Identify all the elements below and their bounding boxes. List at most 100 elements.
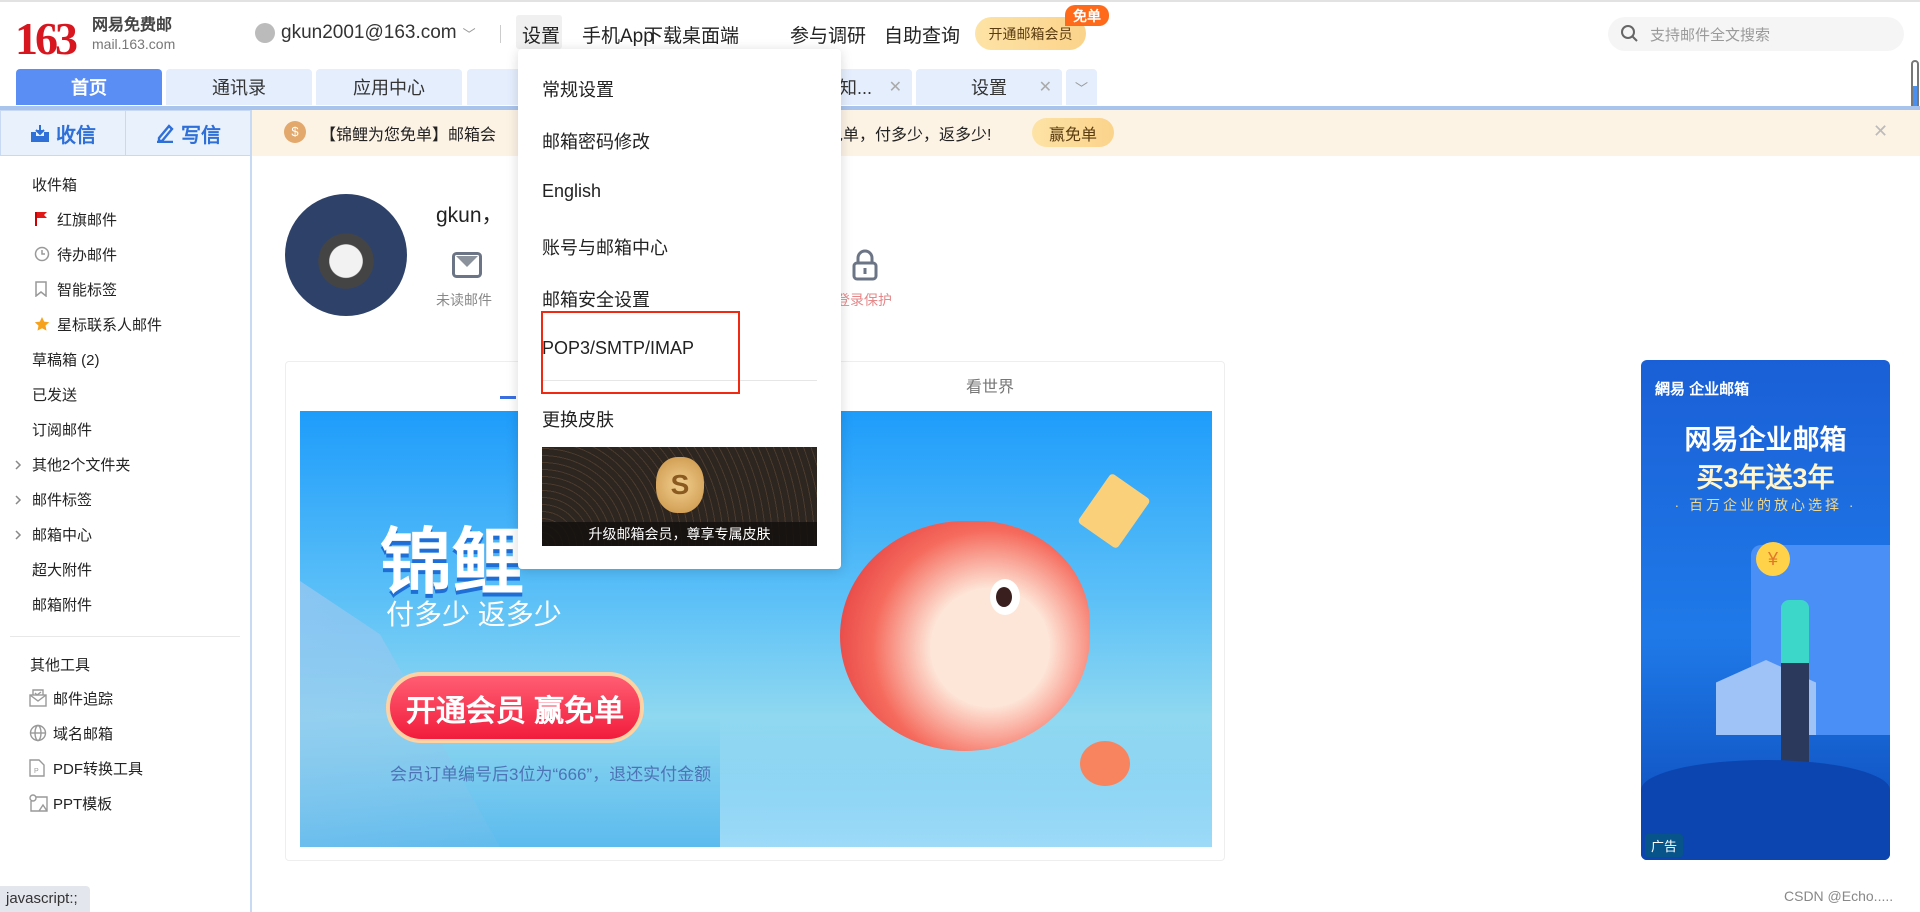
menu-item-account-center[interactable]: 账号与邮箱中心 xyxy=(542,234,668,260)
search-input[interactable]: 支持邮件全文搜索 xyxy=(1608,17,1904,51)
receive-button[interactable]: 收信 xyxy=(0,110,126,156)
sidebar-folder[interactable]: 超大附件 xyxy=(0,554,250,584)
sidebar-folder[interactable]: 智能标签 xyxy=(0,274,250,304)
pen-icon xyxy=(157,124,174,143)
folder-label: 待办邮件 xyxy=(57,246,118,264)
login-protect-label[interactable]: 登录保护 xyxy=(836,290,892,310)
ad-line2: 买3年送3年 xyxy=(1696,463,1835,493)
sidebar-folder[interactable]: 其他2个文件夹 xyxy=(0,449,250,479)
folder-label: 红旗邮件 xyxy=(57,211,118,229)
vip-coin-icon: S xyxy=(656,457,704,513)
skin-upgrade-banner[interactable]: S 升级邮箱会员，尊享专属皮肤 xyxy=(542,447,817,546)
sidebar-folder[interactable]: 红旗邮件 xyxy=(0,204,250,234)
nav-self-service[interactable]: 自助查询 xyxy=(884,21,960,48)
win-free-button[interactable]: 赢免单 xyxy=(1032,118,1114,147)
lock-icon[interactable] xyxy=(852,249,878,281)
tabs-more-button[interactable]: ﹀ xyxy=(1066,69,1097,105)
sidebar-folder[interactable]: 星标联系人邮件 xyxy=(0,309,250,339)
folder-label: 邮箱中心 xyxy=(32,526,93,544)
sidebar-folder[interactable]: 待办邮件 xyxy=(0,239,250,269)
folder-label: 草稿箱 (2) xyxy=(32,351,100,369)
globe-icon xyxy=(29,724,47,746)
fish-eye xyxy=(990,579,1020,615)
logo-domain: mail.163.com xyxy=(92,36,176,52)
sidebar-tool[interactable]: P PDF转换工具 xyxy=(0,753,250,783)
svg-text:P: P xyxy=(34,768,39,775)
sidebar-folder[interactable]: 已发送 xyxy=(0,379,250,409)
sidebar-tool[interactable]: 域名邮箱 xyxy=(0,718,250,748)
menu-item-english[interactable]: English xyxy=(542,181,601,202)
tab-home[interactable]: 首页 xyxy=(16,69,162,105)
sidebar-folder[interactable]: 邮箱中心 xyxy=(0,519,250,549)
divider xyxy=(500,25,501,43)
notice-text-end[interactable]: 免单，付多少，返多少! xyxy=(827,121,991,145)
chevron-right-icon[interactable] xyxy=(14,528,22,545)
menu-item-password[interactable]: 邮箱密码修改 xyxy=(542,128,650,154)
unread-label[interactable]: 未读邮件 xyxy=(436,290,492,310)
sidebar-tool[interactable]: 邮件追踪 xyxy=(0,683,250,713)
ticket-icon xyxy=(1077,472,1151,550)
tab-app-center[interactable]: 应用中心 xyxy=(316,69,462,105)
folder-label: 邮件标签 xyxy=(32,491,93,509)
sidebar-folder[interactable]: 邮箱附件 xyxy=(0,589,250,619)
clock-icon xyxy=(34,246,50,266)
folder-label: 已发送 xyxy=(32,386,78,404)
free-badge: 免单 xyxy=(1065,5,1109,26)
tab-settings[interactable]: 设置 ✕ xyxy=(916,69,1062,105)
bookmark-icon xyxy=(34,281,48,301)
watermark: CSDN @Echo..... xyxy=(1784,888,1894,904)
tool-label: 域名邮箱 xyxy=(53,725,114,743)
top-border xyxy=(0,0,1920,2)
close-icon[interactable]: ✕ xyxy=(1873,121,1888,142)
notice-text[interactable]: 【锦鲤为您免单】邮箱会 xyxy=(320,121,496,145)
skin-caption: 升级邮箱会员，尊享专属皮肤 xyxy=(542,522,817,546)
avatar[interactable] xyxy=(285,194,407,316)
banner-fineprint: 会员订单编号后3位为“666”，退还实付金额 xyxy=(390,765,712,784)
sidebar-folder[interactable]: 收件箱 xyxy=(0,169,250,199)
menu-item-change-skin[interactable]: 更换皮肤 xyxy=(542,406,614,432)
sidebar-folder[interactable]: 草稿箱 (2) xyxy=(0,344,250,374)
unread-mail-icon[interactable] xyxy=(452,252,482,278)
close-icon[interactable]: ✕ xyxy=(889,77,902,97)
sidebar-folder[interactable]: 邮件标签 xyxy=(0,484,250,514)
nav-settings[interactable]: 设置 xyxy=(522,21,560,48)
folder-label: 其他2个文件夹 xyxy=(32,456,131,474)
chevron-right-icon[interactable] xyxy=(14,493,22,510)
sidebar-folder[interactable]: 订阅邮件 xyxy=(0,414,250,444)
greeting: gkun， xyxy=(436,204,503,227)
pdf-icon: P xyxy=(29,759,45,781)
folder-label: 智能标签 xyxy=(57,281,118,299)
folder-label: 星标联系人邮件 xyxy=(57,316,163,334)
folder-label: 邮箱附件 xyxy=(32,596,93,614)
sidebar-tool[interactable]: PPT模板 xyxy=(0,788,250,818)
logo[interactable]: 163 xyxy=(15,12,78,65)
banner-subtitle: 付多少 返多少 xyxy=(386,599,562,630)
person-illustration xyxy=(1781,600,1809,780)
tool-label: PDF转换工具 xyxy=(53,760,144,778)
coin-icon: $ xyxy=(284,121,306,143)
tools-title: 其他工具 xyxy=(30,657,91,674)
logo-name: 网易免费邮 xyxy=(92,17,173,34)
menu-item-general-settings[interactable]: 常规设置 xyxy=(542,76,614,102)
chevron-right-icon[interactable] xyxy=(14,458,22,475)
nav-survey[interactable]: 参与调研 xyxy=(790,21,866,48)
banner-cta-button[interactable]: 开通会员 赢免单 xyxy=(386,672,644,743)
folder-label: 收件箱 xyxy=(32,176,78,194)
tool-label: PPT模板 xyxy=(53,795,113,813)
write-label: 写信 xyxy=(181,124,221,147)
nav-download-desktop[interactable]: 下载桌面端 xyxy=(644,21,739,48)
menu-item-security[interactable]: 邮箱安全设置 xyxy=(542,286,650,312)
ppt-icon xyxy=(29,794,49,816)
ad-brand: 網易 企业邮箱 xyxy=(1655,381,1750,398)
account-menu[interactable]: gkun2001@163.com ﹀ xyxy=(255,22,476,44)
flag-icon xyxy=(34,211,48,231)
yuan-coin-icon: ¥ xyxy=(1756,542,1790,576)
tab-contacts[interactable]: 通讯录 xyxy=(166,69,312,105)
tab-label: 通讯录 xyxy=(212,78,266,98)
ad-banner[interactable]: 網易 企业邮箱 网易企业邮箱 买3年送3年 · 百万企业的放心选择 · ¥ 广告 xyxy=(1641,360,1890,860)
card-tab-world[interactable]: 看世界 xyxy=(966,373,1014,397)
close-icon[interactable]: ✕ xyxy=(1039,77,1052,97)
status-bar: javascript:; xyxy=(0,886,90,912)
chevron-down-icon: ﹀ xyxy=(462,26,476,42)
write-button[interactable]: 写信 xyxy=(125,110,251,156)
